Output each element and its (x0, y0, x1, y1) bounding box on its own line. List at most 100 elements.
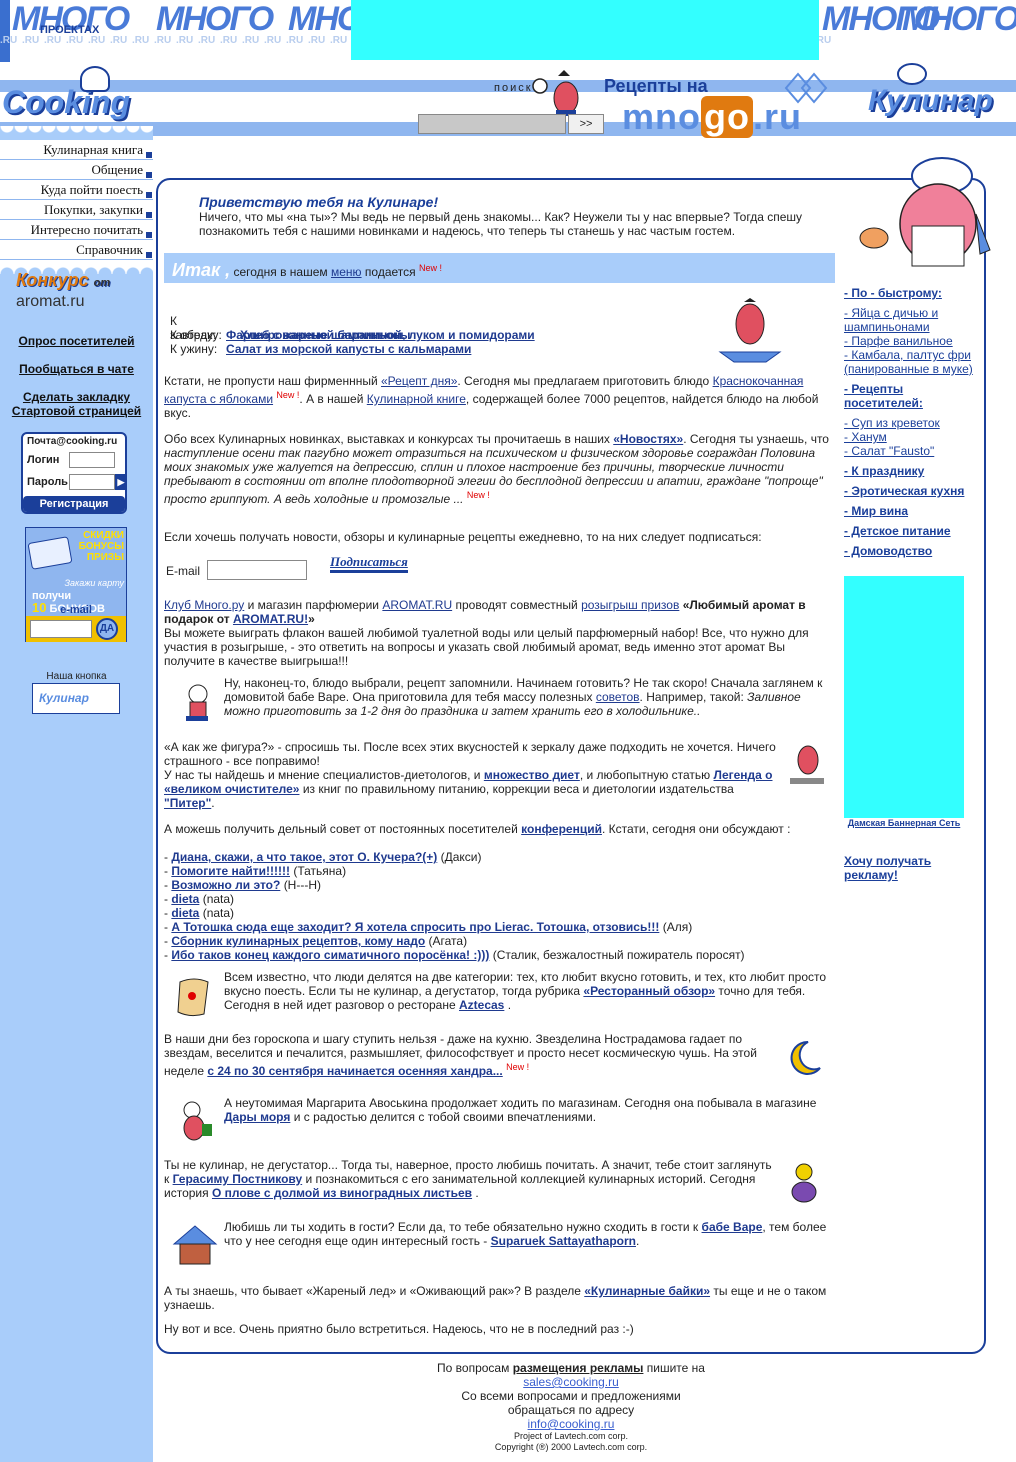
project-text: Project of Lavtech.com corp. (513, 1431, 629, 1441)
prize-draw-link[interactable]: розыгрыш призов (581, 598, 679, 612)
aromat-link-2[interactable]: AROMAT.RU! (233, 612, 308, 626)
login-input[interactable] (69, 452, 115, 468)
email-input[interactable] (207, 560, 307, 580)
baba-varya-link[interactable]: бабе Варе (702, 1220, 763, 1234)
piter-link[interactable]: "Питер" (164, 796, 211, 810)
menu-item-reading[interactable]: Интересно почитать (0, 220, 153, 240)
home-link[interactable]: - Домоводство (844, 544, 932, 558)
visitors-recipes-link[interactable]: - Рецепты посетителей: (844, 382, 944, 410)
bookmark-link[interactable]: Сделать закладку (0, 390, 153, 404)
search-input[interactable] (418, 114, 566, 134)
text: . (211, 796, 215, 810)
mnogo-club-link[interactable]: Клуб Много.ру (164, 598, 244, 612)
login-label: Логин (27, 454, 60, 466)
guest-link[interactable]: Suparuek Sattayathaporn (491, 1234, 636, 1248)
bonus-email-input[interactable] (30, 620, 92, 638)
menu-item-shopping[interactable]: Покупки, закупки (0, 200, 153, 220)
topic-link[interactable]: dieta (171, 906, 199, 920)
info-email-link[interactable]: info@cooking.ru (528, 1417, 615, 1431)
homepage-link[interactable]: Стартовой страницей (0, 404, 153, 418)
konkurs-site: aromat.ru (16, 293, 85, 310)
recipe-day-link[interactable]: «Рецепт дня» (381, 374, 457, 388)
horoscope-link[interactable]: с 24 по 30 сентября начинается осенняя х… (207, 1064, 502, 1078)
gerasim-link[interactable]: Герасиму Постникову (173, 1172, 303, 1186)
topic-link[interactable]: Диана, скажи, а что такое, этот О. Кучер… (171, 850, 437, 864)
visitor-item-link[interactable]: - Ханум (844, 430, 887, 444)
visitor-item-link[interactable]: - Салат "Fausto" (844, 444, 934, 458)
text: . А в нашей (299, 392, 364, 406)
login-go-icon[interactable]: ▶ (115, 474, 127, 490)
topic-link[interactable]: dieta (171, 892, 199, 906)
itak-heading: Итак , (172, 260, 231, 280)
shop-link[interactable]: Дары моря (224, 1110, 290, 1124)
text: А неутомимая Маргарита Авоськина продолж… (224, 1096, 817, 1110)
conference-link[interactable]: конференций (521, 822, 602, 836)
want-ad-link[interactable]: Хочу получать рекламу! (844, 854, 984, 882)
tales-link[interactable]: «Кулинарные байки» (584, 1284, 710, 1298)
topic-link[interactable]: Возможно ли это? (171, 878, 280, 892)
greeting-text: Ничего, что мы «на ты»? Мы ведь не первы… (199, 210, 803, 238)
cookbook-link[interactable]: Кулинарной книге (367, 392, 466, 406)
news-link[interactable]: «Новостях» (613, 432, 683, 446)
bonus-yes-button[interactable]: ДА (96, 618, 118, 640)
bonus-line: СКИДКИ (83, 530, 124, 541)
scale-cook-icon (784, 742, 828, 788)
holiday-link[interactable]: - К празднику (844, 464, 924, 478)
top-ad-banner[interactable] (351, 0, 819, 60)
waiter-icon (710, 298, 790, 368)
fast-item-link[interactable]: - Парфе ванильное (844, 334, 953, 348)
advice-link[interactable]: советов (596, 690, 640, 704)
meal-dish-link[interactable]: Фаршированные шампиньоны (226, 328, 411, 342)
topic-link[interactable]: Сборник кулинарных рецептов, кому надо (171, 934, 425, 948)
ad-placement-link[interactable]: размещения рекламы (513, 1361, 644, 1375)
menu-item-communication[interactable]: Общение (0, 160, 153, 180)
text: , и любопытную статью (579, 768, 711, 782)
sales-email-link[interactable]: sales@cooking.ru (523, 1375, 619, 1389)
aromat-link[interactable]: AROMAT.RU (382, 598, 452, 612)
text: обращаться по адресу (507, 1403, 635, 1417)
diets-link[interactable]: множество диет (484, 768, 580, 782)
topic-link[interactable]: А Тотошка сюда еще заходит? Я хотела спр… (171, 920, 659, 934)
fast-item-link[interactable]: - Яйца с дичью и шампиньонами (844, 306, 984, 334)
cooking-logo[interactable]: Cooking (2, 84, 130, 121)
meal-dish-link[interactable]: Салат из морской капусты с кальмарами (226, 342, 471, 356)
chat-link[interactable]: Пообщаться в чате (0, 362, 153, 376)
subscribe-button[interactable]: Подписаться (330, 554, 408, 573)
search-button[interactable]: >> (568, 114, 604, 134)
konkurs-banner[interactable]: Конкурс от aromat.ru (16, 270, 136, 324)
menu-link[interactable]: меню (331, 265, 362, 279)
meal-lunch: К обеду: Фаршированные шампиньоны (170, 328, 411, 342)
menu-item-reference[interactable]: Справочник (0, 240, 153, 260)
right-ad-banner[interactable] (844, 576, 964, 818)
kids-link[interactable]: - Детское питание (844, 524, 951, 538)
menu-item-where-to-eat[interactable]: Куда пойти поесть (0, 180, 153, 200)
bonus-banner[interactable]: СКИДКИ БОНУСЫ ПРИЗЫ Закажи карту получи 10 … (25, 527, 127, 642)
survey-link[interactable]: Опрос посетителей (0, 334, 153, 348)
mail-login-box: Почта@cooking.ru Логин Пароль ▶ Регистрац… (21, 432, 127, 514)
text: А можешь получить дельный совет от посто… (164, 822, 518, 836)
wine-link[interactable]: - Мир вина (844, 504, 908, 518)
restaurant-review-link[interactable]: «Ресторанный обзор» (583, 984, 715, 998)
fast-item-link[interactable]: - Камбала, палтус фри (панированные в му… (844, 348, 984, 376)
chef-hat-icon (80, 66, 110, 92)
fast-link[interactable]: - По - быстрому: (844, 286, 942, 300)
register-button[interactable]: Регистрация (23, 496, 125, 512)
story-link[interactable]: О плове с долмой из виноградных листьев (212, 1186, 472, 1200)
topic-link[interactable]: Ибо таков конец каждого симатичного поро… (171, 948, 489, 962)
visitor-item-link[interactable]: - Суп из креветок (844, 416, 940, 430)
text: пишите на (646, 1361, 705, 1375)
mnogo-logo[interactable]: mnogo.ru (622, 96, 802, 138)
erotic-link[interactable]: - Эротическая кухня (844, 484, 964, 498)
topic-link[interactable]: Помогите найти!!!!!! (171, 864, 290, 878)
text: По вопросам (437, 1361, 510, 1375)
proektah-label: ПРОЕКТАХ (40, 24, 100, 36)
menu-item-cookbook[interactable]: Кулинарная книга (0, 140, 153, 160)
meal-label: К ужину: (170, 342, 218, 356)
aromat-bold-end: » (308, 612, 315, 626)
news-italic: наступление осени так пагубно может отра… (164, 446, 823, 506)
aztecas-link[interactable]: Aztecas (459, 998, 504, 1012)
our-button-banner[interactable]: Кулинар (32, 683, 120, 714)
topic-author: (Агата) (428, 934, 468, 948)
banner-network-link[interactable]: Дамская Баннерная Сеть (844, 818, 964, 829)
password-input[interactable] (69, 474, 115, 490)
